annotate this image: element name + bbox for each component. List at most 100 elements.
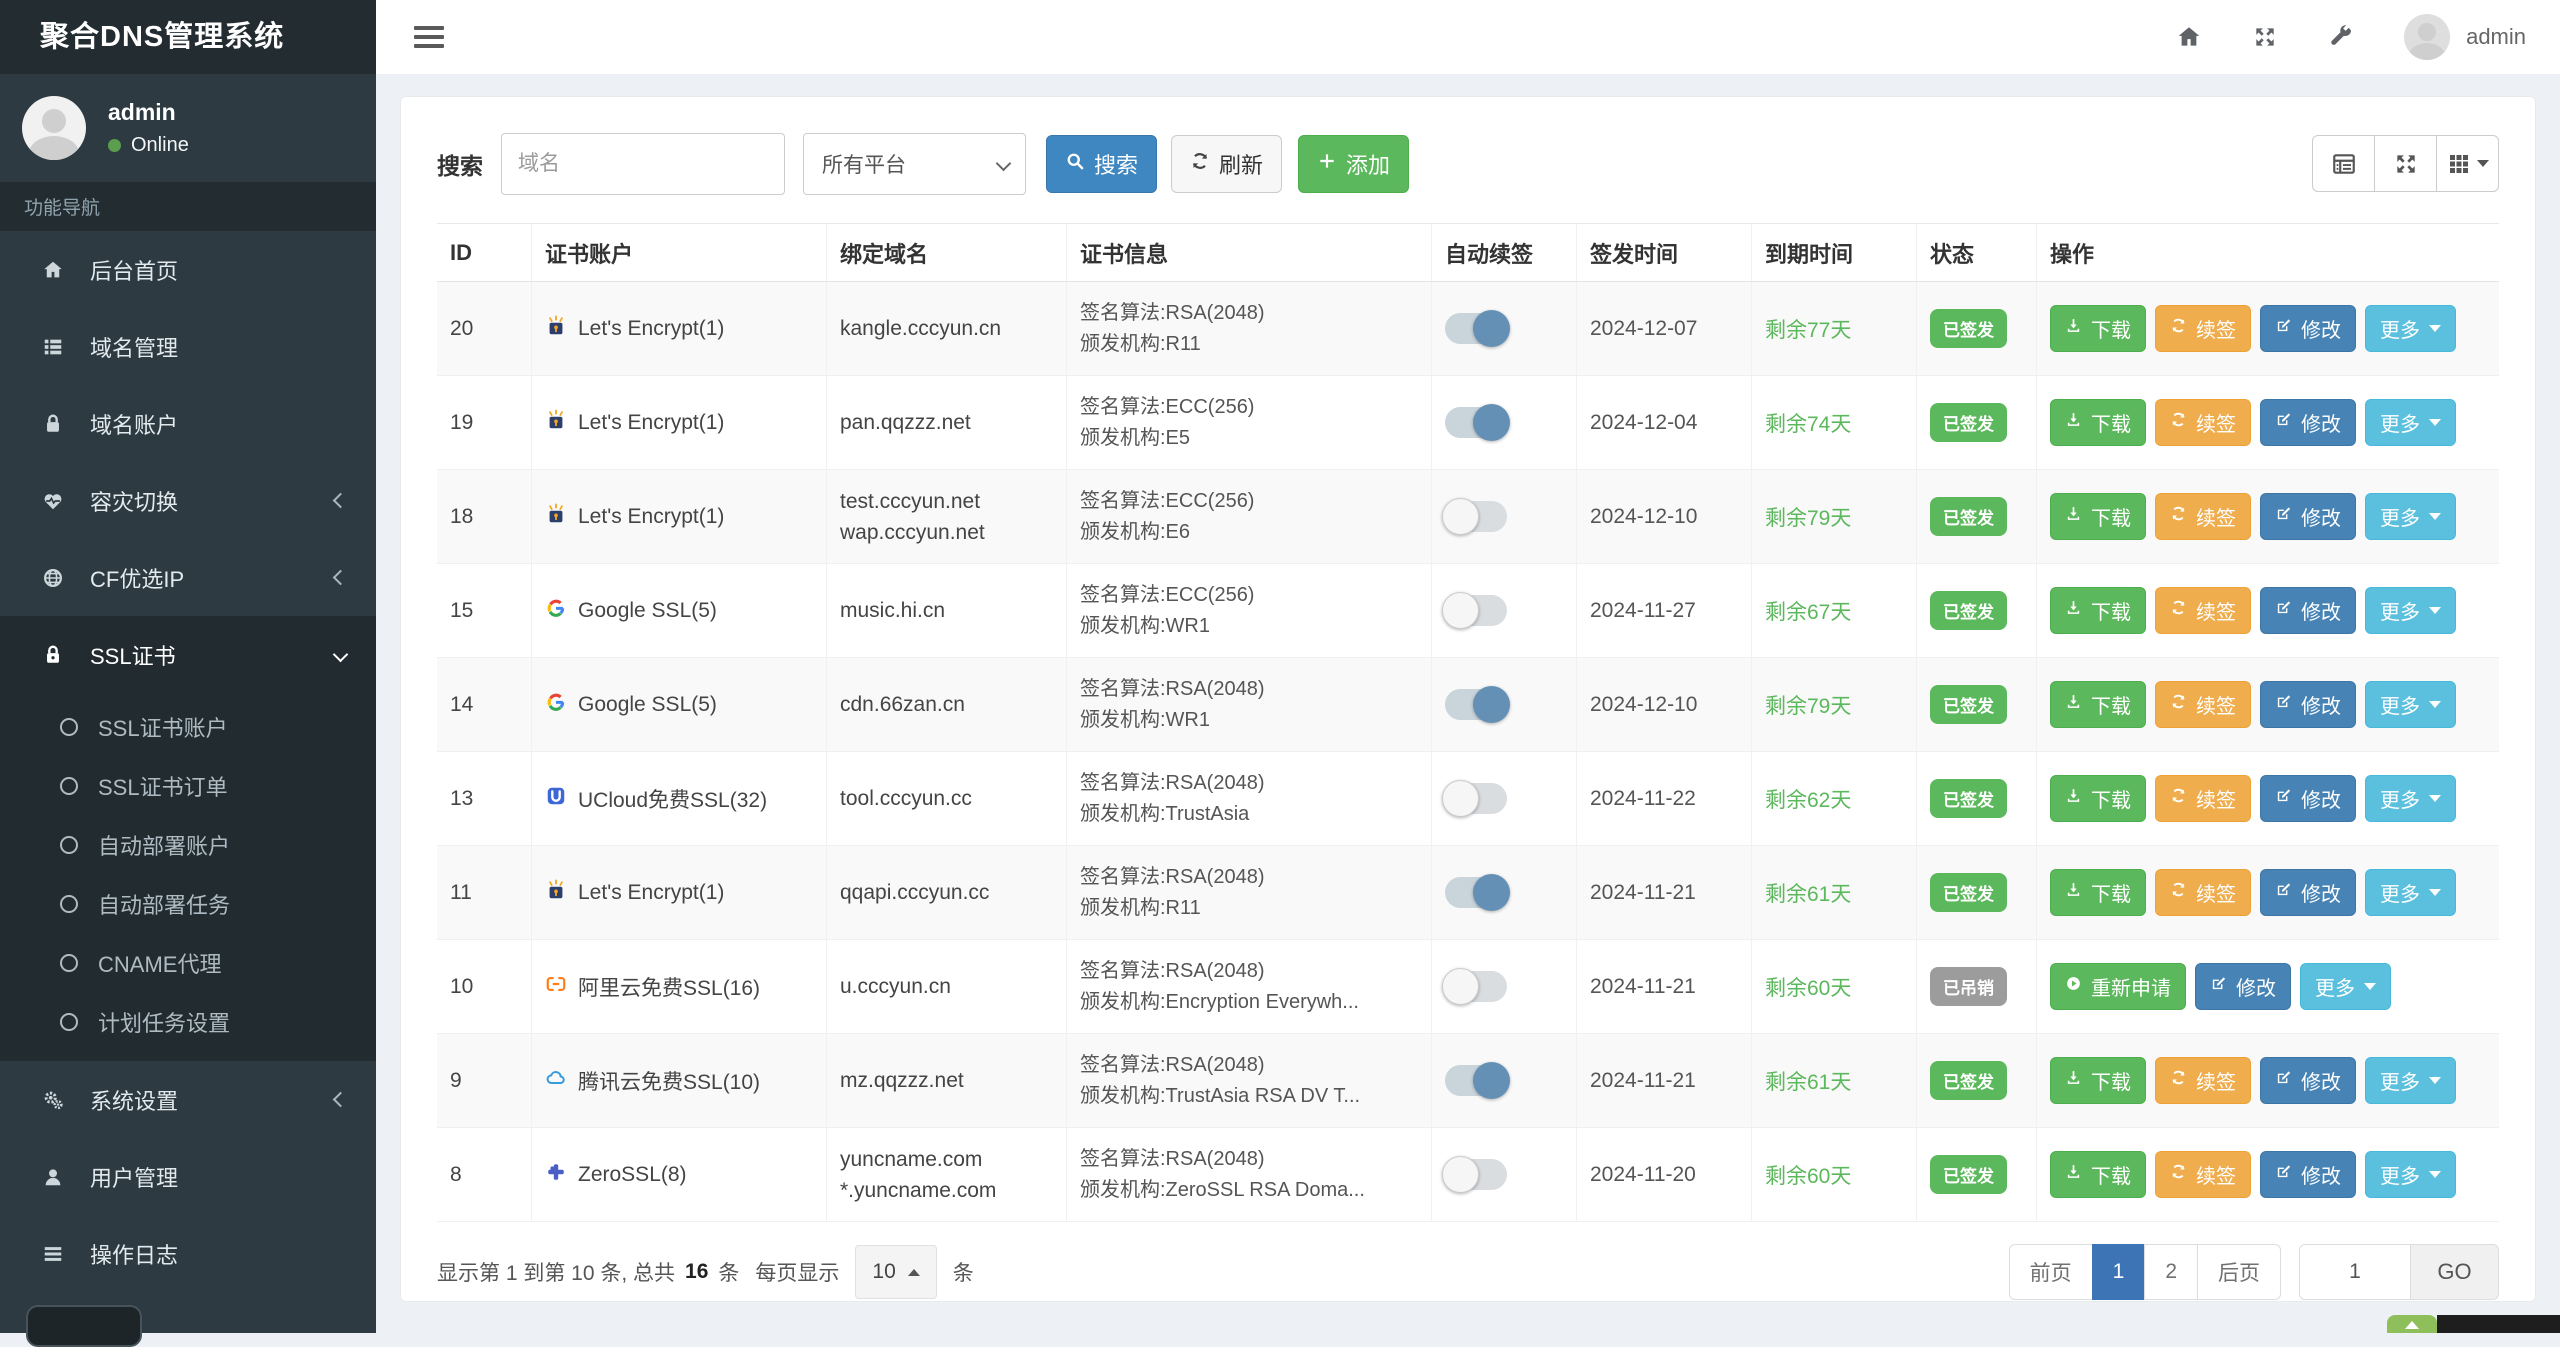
edit-button[interactable]: 修改 [2260, 775, 2356, 822]
renew-button[interactable]: 续签 [2155, 493, 2251, 540]
download-button[interactable]: 下载 [2050, 775, 2146, 822]
table-row: 13UCloud免费SSL(32)tool.cccyun.cc签名算法:RSA(… [437, 752, 2499, 846]
col-header-0: ID [437, 224, 532, 281]
download-button[interactable]: 下载 [2050, 493, 2146, 540]
columns-dropdown-icon[interactable] [2436, 135, 2499, 192]
log-icon [36, 1243, 70, 1265]
renew-button[interactable]: 续签 [2155, 1057, 2251, 1104]
prev-page-button[interactable]: 前页 [2009, 1244, 2093, 1300]
more-button[interactable]: 更多 [2365, 1151, 2456, 1198]
search-button[interactable]: 搜索 [1046, 135, 1157, 193]
more-button[interactable]: 更多 [2300, 963, 2391, 1010]
download-button[interactable]: 下载 [2050, 869, 2146, 916]
caret-down-icon [2429, 325, 2441, 332]
user-menu[interactable]: admin [2404, 14, 2526, 60]
domain-cell: test.cccyun.netwap.cccyun.net [827, 470, 1067, 563]
app-logo[interactable]: 聚合DNS管理系统 [0, 0, 376, 74]
back-to-top-button[interactable] [2387, 1315, 2437, 1333]
ssl-subitem-4[interactable]: CNAME代理 [0, 933, 376, 992]
more-button[interactable]: 更多 [2365, 869, 2456, 916]
download-button[interactable]: 下载 [2050, 305, 2146, 352]
auto-renew-toggle[interactable] [1445, 971, 1507, 1002]
settings-wrench-icon[interactable] [2328, 24, 2354, 50]
auto-renew-toggle[interactable] [1445, 783, 1507, 814]
fullscreen-icon[interactable] [2252, 24, 2278, 50]
download-button[interactable]: 下载 [2050, 1151, 2146, 1198]
auto-renew-toggle[interactable] [1445, 689, 1507, 720]
renew-button[interactable]: 续签 [2155, 775, 2251, 822]
auto-renew-toggle[interactable] [1445, 595, 1507, 626]
download-button[interactable]: 下载 [2050, 1057, 2146, 1104]
renew-button[interactable]: 续签 [2155, 681, 2251, 728]
id-cell: 18 [437, 470, 532, 563]
more-button[interactable]: 更多 [2365, 399, 2456, 446]
edit-button[interactable]: 修改 [2260, 399, 2356, 446]
table-fullscreen-icon[interactable] [2374, 135, 2437, 192]
reapply-button[interactable]: 重新申请 [2050, 963, 2186, 1010]
download-button[interactable]: 下载 [2050, 681, 2146, 728]
auto-renew-toggle[interactable] [1445, 1159, 1507, 1190]
domain-search-input[interactable] [501, 133, 785, 195]
more-button[interactable]: 更多 [2365, 587, 2456, 634]
days-left-cell: 剩余79天 [1752, 470, 1917, 563]
goto-page-input[interactable] [2299, 1244, 2411, 1300]
edit-button[interactable]: 修改 [2260, 681, 2356, 728]
actions-cell: 下载续签修改更多 [2037, 846, 2499, 939]
user-name: admin [108, 99, 189, 126]
home-icon[interactable] [2176, 24, 2202, 50]
more-button[interactable]: 更多 [2365, 681, 2456, 728]
ssl-subitem-0[interactable]: SSL证书账户 [0, 697, 376, 756]
more-button[interactable]: 更多 [2365, 493, 2456, 540]
domain-cell: kangle.cccyun.cn [827, 282, 1067, 375]
sidebar-item-6[interactable]: 系统设置 [0, 1061, 376, 1138]
auto-renew-toggle[interactable] [1445, 877, 1507, 908]
edit-button[interactable]: 修改 [2260, 1057, 2356, 1104]
page-button-2[interactable]: 2 [2144, 1244, 2198, 1300]
domain-cell: pan.qqzzz.net [827, 376, 1067, 469]
toggle-view-icon[interactable] [2312, 135, 2375, 192]
sidebar-item-4[interactable]: CF优选IP [0, 539, 376, 616]
download-button[interactable]: 下载 [2050, 587, 2146, 634]
account-cell: Google SSL(5) [532, 564, 827, 657]
sidebar-item-8[interactable]: 操作日志 [0, 1215, 376, 1292]
sidebar-item-5[interactable]: SSL证书 [0, 616, 376, 693]
sidebar-item-3[interactable]: 容灾切换 [0, 462, 376, 539]
ssl-subitem-3[interactable]: 自动部署任务 [0, 874, 376, 933]
edit-button[interactable]: 修改 [2195, 963, 2291, 1010]
sidebar-item-7[interactable]: 用户管理 [0, 1138, 376, 1215]
auto-renew-toggle[interactable] [1445, 501, 1507, 532]
sidebar-item-1[interactable]: 域名管理 [0, 308, 376, 385]
ssl-subitem-2[interactable]: 自动部署账户 [0, 815, 376, 874]
edit-button[interactable]: 修改 [2260, 869, 2356, 916]
more-button[interactable]: 更多 [2365, 775, 2456, 822]
renew-button[interactable]: 续签 [2155, 399, 2251, 446]
renew-button[interactable]: 续签 [2155, 1151, 2251, 1198]
renew-button[interactable]: 续签 [2155, 587, 2251, 634]
renew-button[interactable]: 续签 [2155, 305, 2251, 352]
edit-button[interactable]: 修改 [2260, 493, 2356, 540]
more-button[interactable]: 更多 [2365, 305, 2456, 352]
cert-info-cell: 签名算法:RSA(2048)颁发机构:R11 [1067, 846, 1432, 939]
sidebar-item-2[interactable]: 域名账户 [0, 385, 376, 462]
auto-renew-toggle[interactable] [1445, 1065, 1507, 1096]
refresh-button[interactable]: 刷新 [1171, 135, 1282, 193]
go-button[interactable]: GO [2411, 1244, 2499, 1300]
edit-button[interactable]: 修改 [2260, 587, 2356, 634]
page-size-select[interactable]: 10 [855, 1245, 936, 1299]
platform-select[interactable]: 所有平台 [803, 133, 1026, 195]
add-button[interactable]: 添加 [1298, 135, 1409, 193]
ssl-subitem-5[interactable]: 计划任务设置 [0, 992, 376, 1051]
hamburger-menu-icon[interactable] [414, 26, 444, 48]
page-button-1[interactable]: 1 [2092, 1244, 2146, 1300]
auto-renew-toggle[interactable] [1445, 313, 1507, 344]
edit-button[interactable]: 修改 [2260, 305, 2356, 352]
next-page-button[interactable]: 后页 [2197, 1244, 2281, 1300]
more-button[interactable]: 更多 [2365, 1057, 2456, 1104]
auto-renew-toggle[interactable] [1445, 407, 1507, 438]
edit-button[interactable]: 修改 [2260, 1151, 2356, 1198]
download-icon [2065, 881, 2082, 904]
ssl-subitem-1[interactable]: SSL证书订单 [0, 756, 376, 815]
renew-button[interactable]: 续签 [2155, 869, 2251, 916]
sidebar-item-0[interactable]: 后台首页 [0, 231, 376, 308]
download-button[interactable]: 下载 [2050, 399, 2146, 446]
